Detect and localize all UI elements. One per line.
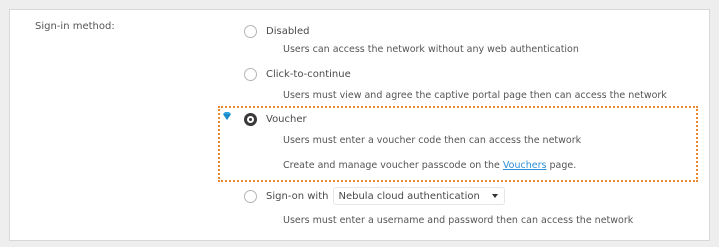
option-click-to-continue[interactable]: Click-to-continue	[244, 68, 351, 81]
voucher-label: Voucher	[266, 114, 307, 125]
click-to-continue-radio[interactable]	[244, 68, 257, 81]
voucher-manage-prefix: Create and manage voucher passcode on th…	[283, 160, 503, 171]
auth-method-value: Nebula cloud authentication	[338, 190, 480, 202]
sign-on-radio[interactable]	[244, 189, 257, 203]
voucher-manage-text: Create and manage voucher passcode on th…	[283, 160, 576, 171]
disabled-description: Users can access the network without any…	[283, 44, 579, 55]
option-sign-on-with[interactable]: Sign-on with Nebula cloud authentication	[244, 188, 504, 204]
sign-on-description: Users must enter a username and password…	[283, 215, 634, 226]
diamond-gem-icon	[223, 112, 231, 120]
option-voucher[interactable]: Voucher	[244, 113, 307, 126]
click-to-continue-description: Users must view and agree the captive po…	[283, 90, 667, 101]
voucher-radio[interactable]	[244, 113, 257, 126]
voucher-description: Users must enter a voucher code then can…	[283, 135, 582, 146]
disabled-radio[interactable]	[244, 25, 257, 38]
sign-in-method-label: Sign-in method:	[35, 21, 115, 32]
auth-method-select[interactable]: Nebula cloud authentication	[334, 188, 504, 204]
option-disabled[interactable]: Disabled	[244, 25, 309, 38]
chevron-down-icon	[491, 194, 498, 198]
voucher-manage-suffix: page.	[546, 160, 577, 171]
sign-on-label: Sign-on with	[266, 190, 329, 202]
vouchers-link[interactable]: Vouchers	[503, 160, 547, 171]
disabled-label: Disabled	[266, 26, 310, 37]
click-to-continue-label: Click-to-continue	[266, 69, 351, 80]
